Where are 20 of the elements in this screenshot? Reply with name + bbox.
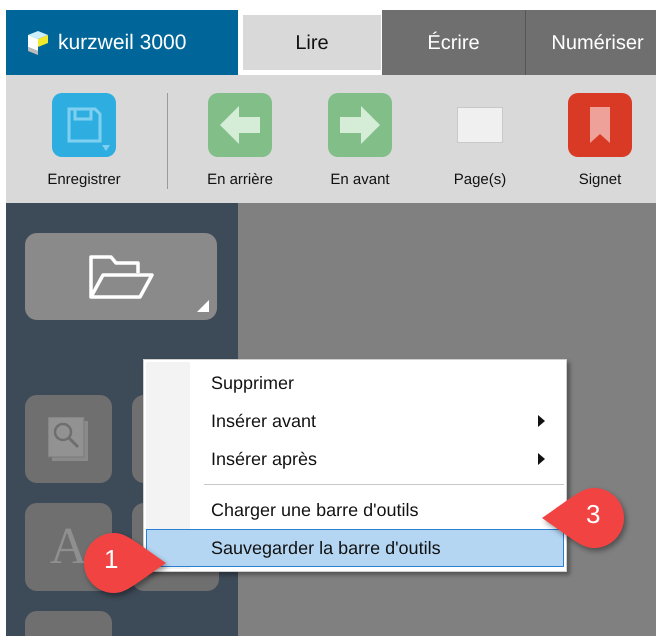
magnifier-book-icon [48, 417, 90, 461]
save-icon [52, 93, 116, 157]
menu-item[interactable]: Sauvegarder la barre d'outils [146, 529, 564, 567]
callout-number: 3 [586, 501, 600, 527]
nav-tab[interactable]: Lire [238, 10, 382, 75]
toolbar-button[interactable]: En avant [305, 93, 415, 192]
sidebar-tile[interactable] [25, 395, 112, 483]
corner-triangle-icon [197, 300, 209, 312]
app-name: kurzweil 3000 [58, 30, 186, 56]
menu-item[interactable]: Insérer avant [146, 402, 564, 440]
toolbar-button[interactable]: En arrière [185, 93, 295, 192]
toolbar-button[interactable]: Enregistrer [29, 93, 139, 192]
toolbar-button[interactable]: Signet [545, 93, 655, 192]
cube-logo-icon [26, 30, 50, 56]
bookmark-icon [568, 93, 632, 157]
open-folder-button[interactable] [25, 233, 217, 320]
toolbar-button[interactable]: Page(s) [425, 93, 535, 192]
menu-item[interactable]: Supprimer [146, 364, 564, 402]
page-number-field[interactable] [457, 107, 503, 143]
menu-item[interactable]: Insérer après [146, 440, 564, 478]
